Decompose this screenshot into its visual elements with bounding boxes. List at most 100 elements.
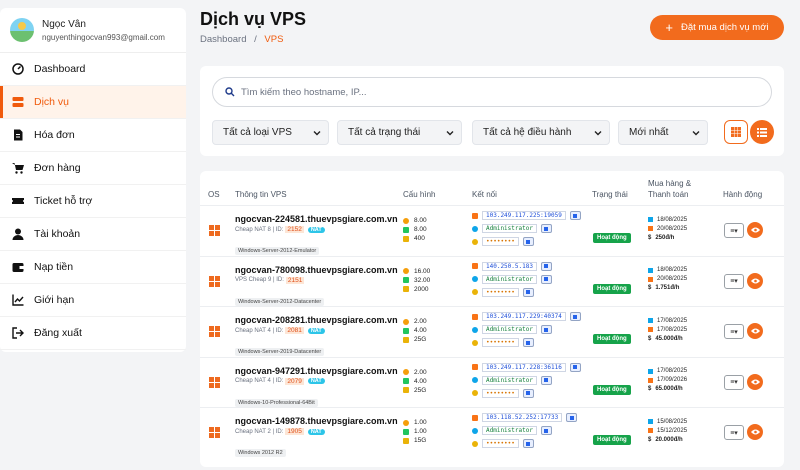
password: •••••••• <box>482 237 519 246</box>
windows-icon <box>209 326 220 337</box>
username: Administrator <box>482 375 537 385</box>
monitor-icon <box>472 212 478 219</box>
chevron-down-icon <box>446 131 454 136</box>
nat-badge: NAT <box>307 428 325 435</box>
table-row: ngocvan-780098.thuevpsgiare.com.vn VPS Ch… <box>200 255 784 306</box>
status-select[interactable]: Tất cả trạng thái <box>337 120 462 145</box>
connection-ip: 103.249.117.225:19059 <box>472 211 581 220</box>
key-icon <box>472 390 478 396</box>
sidebar-item-0[interactable]: Dashboard <box>0 53 186 86</box>
copy-icon[interactable] <box>540 426 552 435</box>
sidebar-item-8[interactable]: Đăng xuất <box>0 317 186 350</box>
view-button[interactable] <box>747 222 763 238</box>
chevron-down-icon <box>594 131 602 136</box>
actions-menu-button[interactable]: ≡▾ <box>724 374 744 390</box>
ram-value: 4.00 <box>414 377 427 385</box>
type-select[interactable]: Tất cả loại VPS <box>212 120 329 145</box>
sidebar-item-label: Ticket hỗ trợ <box>34 195 93 207</box>
vps-hostname[interactable]: ngocvan-224581.thuevpsgiare.com.vn <box>235 214 398 224</box>
copy-icon[interactable] <box>522 338 534 347</box>
view-button[interactable] <box>747 373 763 390</box>
status-text: Hoạt động <box>593 334 631 344</box>
calendar-icon <box>648 419 653 424</box>
table-row: ngocvan-947291.thuevpsgiare.com.vn Cheap … <box>200 356 784 407</box>
status-badge: Hoạt động <box>593 277 631 295</box>
vps-hostname[interactable]: ngocvan-149878.thuevpsgiare.com.vn <box>235 416 398 426</box>
calendar-icon <box>648 276 653 282</box>
connection-ip: 103.118.52.252:17733 <box>472 413 578 422</box>
vps-plan: VPS Cheap 9 | ID: 2151 <box>235 276 305 284</box>
chevron-down-icon <box>313 131 321 136</box>
sidebar-item-7[interactable]: Giới hạn <box>0 284 186 317</box>
avatar <box>10 18 34 42</box>
password: •••••••• <box>482 388 519 398</box>
table-row: ngocvan-208281.thuevpsgiare.com.vn Cheap … <box>200 306 784 356</box>
cart-icon <box>12 162 24 174</box>
connection-password: •••••••• <box>472 439 534 448</box>
eye-icon <box>750 227 760 233</box>
copy-icon[interactable] <box>540 274 552 284</box>
eye-icon <box>750 278 760 283</box>
copy-icon[interactable] <box>569 362 581 372</box>
status-badge: Hoạt động <box>593 327 631 345</box>
ram-icon <box>403 327 409 334</box>
monitor-icon <box>472 414 478 421</box>
sidebar-item-6[interactable]: Nạp tiền <box>0 251 186 284</box>
os-select[interactable]: Tất cả hệ điều hành <box>472 120 610 145</box>
connection-password: •••••••• <box>472 237 534 246</box>
copy-icon[interactable] <box>522 287 534 297</box>
vps-plan: Cheap NAT 2 | ID: 1905 NAT <box>235 428 325 435</box>
page-title: Dịch vụ VPS <box>200 9 307 29</box>
username: Administrator <box>482 224 537 233</box>
vps-hostname[interactable]: ngocvan-208281.thuevpsgiare.com.vn <box>235 315 398 325</box>
copy-icon[interactable] <box>540 375 552 385</box>
sidebar-item-2[interactable]: Hóa đơn <box>0 119 186 152</box>
view-button[interactable] <box>747 424 763 440</box>
copy-icon[interactable] <box>540 325 552 334</box>
view-button[interactable] <box>747 323 763 339</box>
copy-icon[interactable] <box>540 224 552 233</box>
ram-icon <box>403 226 409 233</box>
new-service-label: Đặt mua dịch vụ mới <box>681 22 769 33</box>
sidebar-item-1[interactable]: Dịch vụ <box>0 86 186 119</box>
menu-icon: ≡▾ <box>730 227 738 235</box>
expiry-date: 17/08/2025 <box>657 326 688 333</box>
col-config: Cấu hình <box>403 190 436 199</box>
logout-icon <box>12 327 24 339</box>
vps-hostname[interactable]: ngocvan-947291.thuevpsgiare.com.vn <box>235 366 398 376</box>
actions-menu-button[interactable]: ≡▾ <box>724 324 744 339</box>
col-info: Thông tin VPS <box>235 190 287 199</box>
purchase-date: 18/08/2025 <box>657 267 688 273</box>
copy-icon[interactable] <box>522 439 534 448</box>
copy-icon[interactable] <box>569 211 581 220</box>
sidebar-item-3[interactable]: Đơn hàng <box>0 152 186 185</box>
actions-menu-button[interactable]: ≡▾ <box>724 223 744 238</box>
breadcrumb-home[interactable]: Dashboard <box>200 34 246 45</box>
new-service-button[interactable]: + Đặt mua dịch vụ mới <box>650 15 784 40</box>
search-input[interactable]: Tìm kiếm theo hostname, IP... <box>212 77 772 107</box>
copy-icon[interactable] <box>522 237 534 246</box>
list-view-button[interactable] <box>750 120 774 144</box>
sort-select[interactable]: Mới nhất <box>618 120 708 145</box>
copy-icon[interactable] <box>540 261 552 271</box>
dollar-icon: $ <box>648 335 652 342</box>
copy-icon[interactable] <box>522 388 534 398</box>
disk-value: 2000 <box>414 285 429 293</box>
key-icon <box>472 238 478 245</box>
sidebar-item-4[interactable]: Ticket hỗ trợ <box>0 185 186 218</box>
view-button[interactable] <box>747 272 763 289</box>
copy-icon[interactable] <box>566 413 578 422</box>
grid-icon <box>731 127 741 137</box>
col-status: Trạng thái <box>592 190 628 199</box>
actions-menu-button[interactable]: ≡▾ <box>724 425 744 440</box>
vps-hostname[interactable]: ngocvan-780098.thuevpsgiare.com.vn <box>235 265 398 275</box>
user-profile[interactable]: Ngọc Vân nguyenthingocvan993@gmail.com <box>0 8 186 53</box>
copy-icon[interactable] <box>569 312 581 321</box>
plan-label: Cheap NAT 4 | ID: <box>235 327 284 334</box>
sidebar-item-5[interactable]: Tài khoản <box>0 218 186 251</box>
disk-value: 25G <box>414 336 427 343</box>
status-text: Hoạt động <box>593 233 631 243</box>
grid-view-button[interactable] <box>724 120 748 144</box>
disk-icon <box>403 235 409 242</box>
actions-menu-button[interactable]: ≡▾ <box>724 273 744 289</box>
